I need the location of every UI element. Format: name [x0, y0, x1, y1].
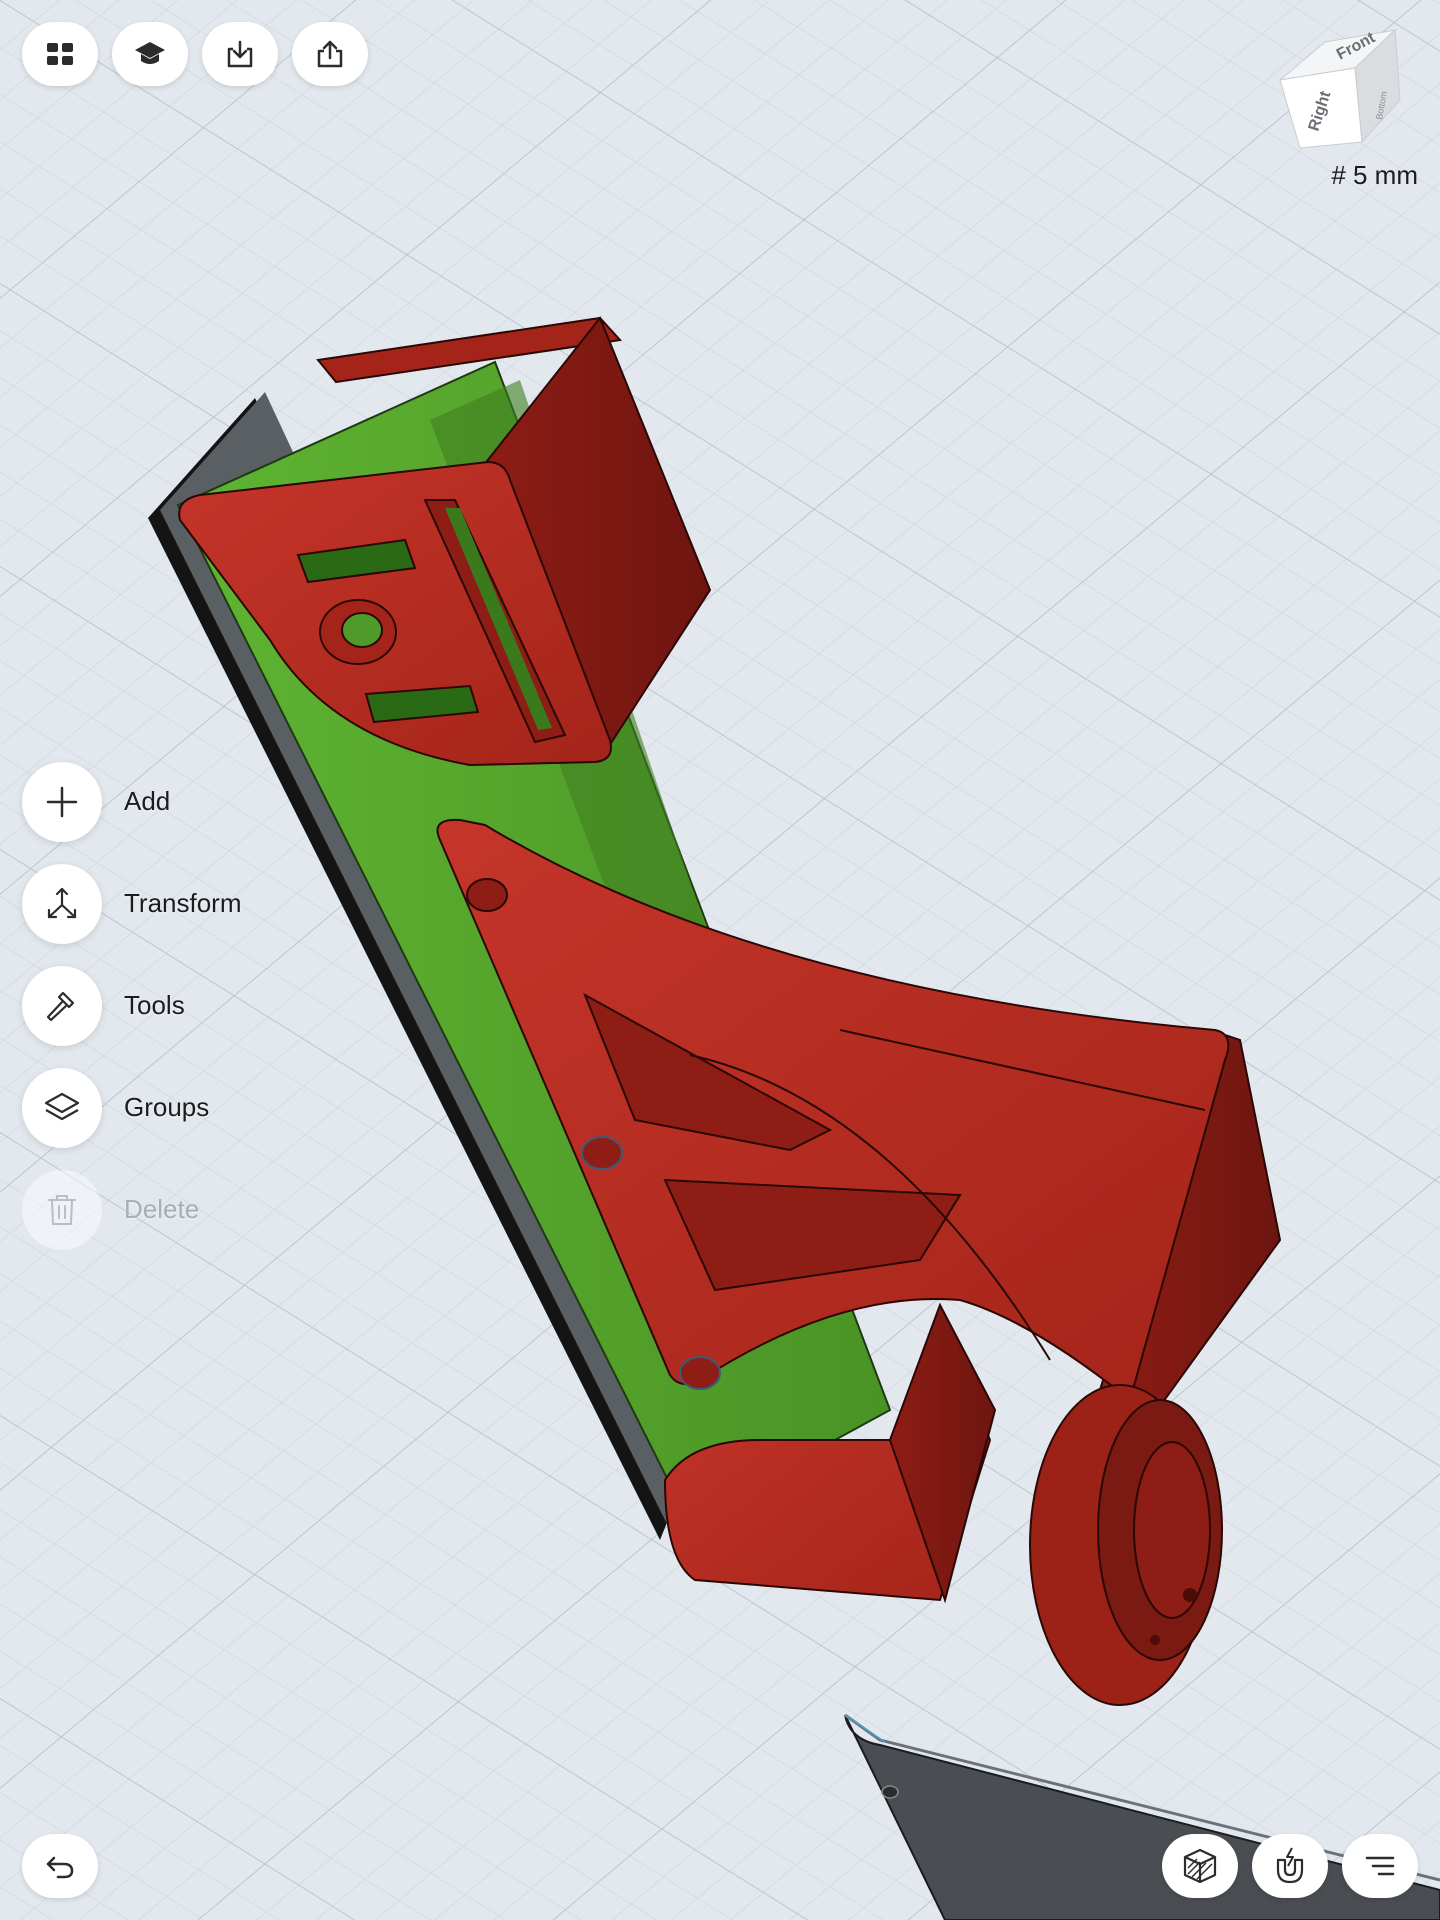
learn-icon [135, 42, 165, 64]
apps-icon [47, 43, 73, 65]
snap-magnet-icon [1276, 1847, 1304, 1884]
add-menu-item[interactable]: Add [22, 762, 322, 842]
snap-magnet-button[interactable] [1252, 1834, 1328, 1898]
delete-menu-item[interactable]: Delete [22, 1170, 322, 1250]
share-icon [317, 40, 343, 68]
undo-icon [46, 1856, 74, 1879]
transform-icon [47, 887, 77, 919]
layers-icon [44, 1092, 80, 1121]
transform-label: Transform [124, 888, 242, 918]
tools-label: Tools [124, 990, 185, 1020]
tools-button[interactable] [22, 966, 102, 1046]
trash-icon [48, 1195, 76, 1225]
groups-menu-item[interactable]: Groups [22, 1068, 322, 1148]
delete-label: Delete [124, 1194, 200, 1224]
delete-button[interactable] [22, 1170, 102, 1250]
view-mode-icon [1183, 1848, 1217, 1884]
tools-menu-item[interactable]: Tools [22, 966, 322, 1046]
hammer-icon [46, 991, 75, 1022]
plus-icon [46, 786, 78, 818]
groups-label: Groups [124, 1092, 210, 1122]
import-icon [227, 40, 253, 68]
transform-button[interactable] [22, 864, 102, 944]
3d-viewport[interactable] [0, 0, 1440, 1920]
view-mode-button[interactable] [1162, 1834, 1238, 1898]
grid-size-readout[interactable]: # 5 mm [1331, 160, 1418, 191]
undo-button[interactable] [22, 1834, 98, 1898]
share-button[interactable] [292, 22, 368, 86]
learn-button[interactable] [112, 22, 188, 86]
view-cube[interactable]: Front Right Bottom [1270, 20, 1410, 150]
import-button[interactable] [202, 22, 278, 86]
transform-menu-item[interactable]: Transform [22, 864, 322, 944]
menu-button[interactable] [1342, 1834, 1418, 1898]
add-label: Add [124, 786, 171, 816]
menu-icon [1365, 1856, 1395, 1876]
add-button[interactable] [22, 762, 102, 842]
groups-button[interactable] [22, 1068, 102, 1148]
apps-button[interactable] [22, 22, 98, 86]
